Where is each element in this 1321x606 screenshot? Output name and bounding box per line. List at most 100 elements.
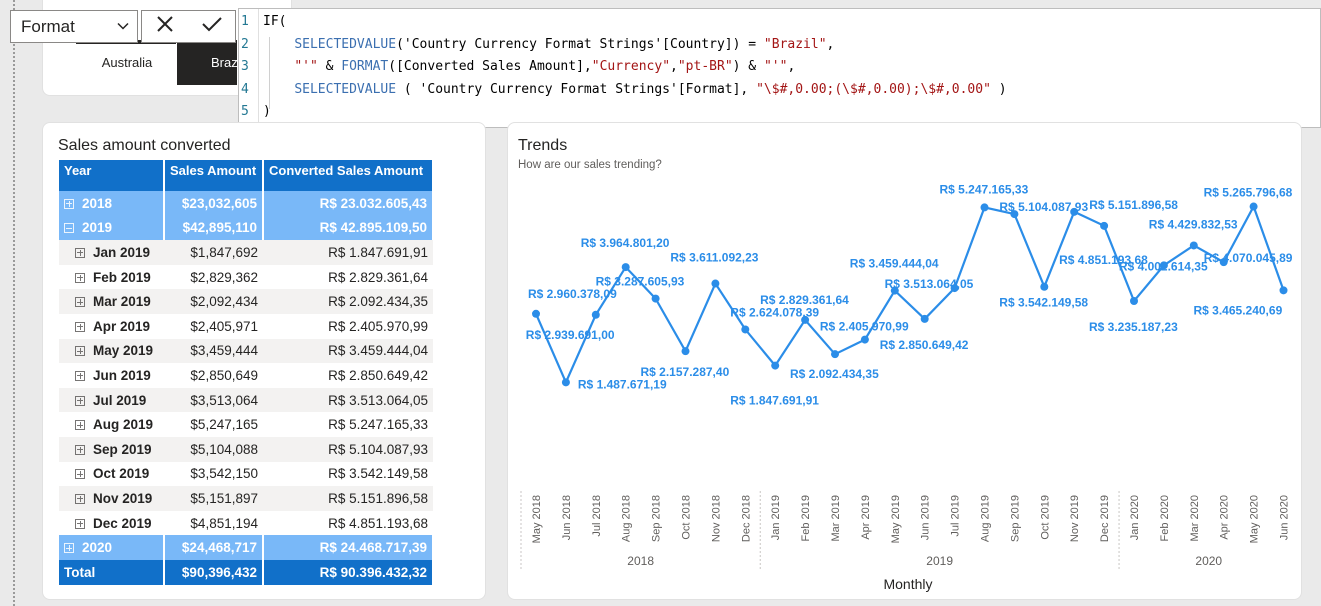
- row-label: Aug 2019: [93, 417, 154, 433]
- expand-icon[interactable]: [75, 297, 85, 308]
- sales-amount-cell: $42,895,110: [164, 215, 264, 241]
- line-number: 1: [241, 14, 249, 29]
- data-label: R$ 5.151.896,58: [1089, 198, 1178, 212]
- row-label-cell: 2019: [59, 215, 165, 241]
- data-point: [561, 378, 570, 387]
- converted-sales-cell: R$ 42.895.109,50: [263, 215, 434, 241]
- sales-amount-cell: $3,542,150: [164, 461, 263, 487]
- data-point: [1040, 282, 1049, 291]
- data-label: R$ 3.287.605,93: [596, 275, 685, 289]
- month-row[interactable]: Jun 2019 $2,850,649 R$ 2.850.649,42: [59, 363, 433, 388]
- x-tick-label: Jul 2019: [950, 495, 962, 537]
- formula-editor[interactable]: 1 IF(2 SELECTEDVALUE('Country Currency Fo…: [238, 8, 1321, 128]
- row-label: Dec 2019: [93, 515, 152, 531]
- month-row[interactable]: Jan 2019 $1,847,692 R$ 1.847.691,91: [59, 240, 433, 265]
- month-row[interactable]: Feb 2019 $2,829,362 R$ 2.829.361,64: [59, 264, 433, 290]
- x-tick-label: Dec 2019: [1099, 495, 1111, 542]
- x-tick-label: Jun 2019: [920, 495, 932, 540]
- trends-line-chart[interactable]: Trends How are our sales trending? R$ 2.…: [507, 122, 1302, 600]
- month-row[interactable]: Nov 2019 $5,151,897 R$ 5.151.896,58: [59, 486, 433, 511]
- expand-icon[interactable]: [75, 370, 85, 381]
- x-tick-label: Sep 2018: [651, 495, 663, 542]
- commit-formula-button[interactable]: [200, 12, 224, 41]
- data-label: R$ 2.939.691,00: [526, 328, 615, 342]
- data-label: R$ 4.002.614,35: [1119, 259, 1208, 273]
- x-tick-label: May 2019: [890, 495, 902, 543]
- expand-icon[interactable]: [75, 493, 85, 504]
- row-label-cell: Jun 2019: [59, 363, 164, 388]
- year-row[interactable]: 2018 $23,032,605 R$ 23.032.605,43: [59, 191, 434, 216]
- month-row[interactable]: Apr 2019 $2,405,971 R$ 2.405.970,99: [59, 313, 433, 339]
- converted-sales-cell: R$ 2.850.649,42: [263, 363, 433, 388]
- data-point: [980, 203, 989, 212]
- year-group-label: 2019: [926, 554, 953, 568]
- x-tick-label: Jan 2019: [770, 495, 782, 540]
- month-row[interactable]: Sep 2019 $5,104,088 R$ 5.104.087,93: [59, 436, 433, 462]
- expand-icon[interactable]: [75, 321, 85, 332]
- sales-amount-cell: $2,850,649: [164, 363, 263, 388]
- year-group-label: 2020: [1195, 554, 1222, 568]
- row-label-cell: Oct 2019: [59, 461, 164, 487]
- line-number-gutter: [258, 9, 259, 127]
- row-label: Nov 2019: [93, 490, 153, 506]
- row-label-cell: Feb 2019: [59, 264, 164, 290]
- data-label: R$ 1.487.671,19: [578, 377, 667, 391]
- sales-amount-cell: $2,405,971: [164, 313, 263, 339]
- data-label: R$ 2.850.649,42: [880, 338, 969, 352]
- line-number: 4: [241, 81, 249, 97]
- data-label: R$ 2.960.378,09: [528, 287, 617, 301]
- data-point: [711, 279, 720, 288]
- header-year[interactable]: Year: [59, 160, 165, 191]
- row-label-cell: Jan 2019: [59, 240, 164, 265]
- data-label: R$ 3.459.444,04: [850, 257, 939, 271]
- year-row[interactable]: 2020 $24,468,717 R$ 24.468.717,39: [59, 535, 434, 560]
- row-label-cell: Mar 2019: [59, 289, 164, 314]
- month-row[interactable]: Aug 2019 $5,247,165 R$ 5.247.165,33: [59, 412, 433, 437]
- month-row[interactable]: May 2019 $3,459,444 R$ 3.459.444,04: [59, 338, 433, 364]
- data-label: R$ 2.157.287,40: [641, 365, 730, 379]
- row-label: 2019: [82, 220, 113, 236]
- header-converted-sales[interactable]: Converted Sales Amount: [263, 160, 434, 191]
- expand-icon[interactable]: [64, 543, 74, 554]
- x-tick-label: May 2018: [531, 495, 543, 543]
- collapse-icon[interactable]: [64, 223, 74, 234]
- code-text: IF(: [263, 14, 287, 29]
- matrix-header-row: Year Sales Amount Converted Sales Amount: [59, 160, 434, 191]
- expand-icon[interactable]: [75, 420, 85, 431]
- header-sales-amount[interactable]: Sales Amount: [164, 160, 264, 191]
- month-row[interactable]: Dec 2019 $4,851,194 R$ 4.851.193,68: [59, 510, 433, 536]
- formula-actions: [141, 10, 236, 43]
- code-text: ): [263, 104, 271, 119]
- expand-icon[interactable]: [75, 346, 85, 357]
- measure-selector[interactable]: Format: [10, 10, 138, 43]
- sales-amount-cell: $24,468,717: [164, 535, 264, 560]
- converted-sales-cell: R$ 23.032.605,43: [263, 191, 434, 216]
- expand-icon[interactable]: [75, 395, 85, 406]
- x-tick-label: Nov 2019: [1069, 495, 1081, 542]
- expand-icon[interactable]: [75, 247, 85, 258]
- x-tick-label: Oct 2018: [681, 495, 693, 540]
- data-label: R$ 3.542.149,58: [999, 296, 1088, 310]
- total-row[interactable]: Total $90,396,432 R$ 90.396.432,32: [59, 559, 434, 585]
- series-line: [534, 203, 1285, 386]
- x-tick-label: Jun 2018: [561, 495, 573, 540]
- cancel-formula-button[interactable]: [153, 12, 177, 41]
- data-point: [651, 294, 660, 303]
- x-tick-label: Sep 2019: [1009, 495, 1021, 542]
- month-row[interactable]: Jul 2019 $3,513,064 R$ 3.513.064,05: [59, 387, 433, 413]
- year-row[interactable]: 2019 $42,895,110 R$ 42.895.109,50: [59, 215, 434, 241]
- month-row[interactable]: Oct 2019 $3,542,150 R$ 3.542.149,58: [59, 461, 433, 487]
- expand-icon[interactable]: [75, 444, 85, 455]
- data-label: R$ 4.070.045,89: [1204, 251, 1293, 265]
- row-label: Jun 2019: [93, 367, 151, 383]
- data-label: R$ 3.465.240,69: [1194, 303, 1283, 317]
- matrix-visual[interactable]: Sales amount converted Year Sales Amount…: [42, 122, 486, 600]
- x-tick-label: Feb 2020: [1159, 495, 1171, 541]
- x-tick-label: Aug 2019: [980, 495, 992, 542]
- expand-icon[interactable]: [75, 518, 85, 529]
- expand-icon[interactable]: [64, 198, 74, 209]
- month-row[interactable]: Mar 2019 $2,092,434 R$ 2.092.434,35: [59, 289, 433, 314]
- row-label-cell: Aug 2019: [59, 412, 164, 437]
- expand-icon[interactable]: [75, 469, 85, 480]
- expand-icon[interactable]: [75, 272, 85, 283]
